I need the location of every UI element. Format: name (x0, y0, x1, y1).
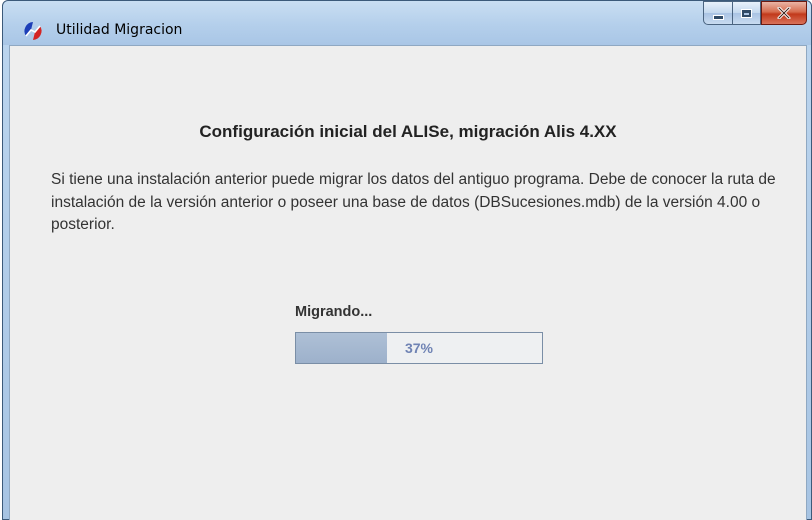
description-text: Si tiene una instalación anterior puede … (51, 171, 776, 233)
progress-percent: 37% (404, 340, 434, 356)
migration-window: Utilidad Migracion Configuración inicial… (2, 0, 812, 520)
progress-label: Migrando... (295, 304, 373, 320)
content-panel: Configuración inicial del ALISe, migraci… (9, 45, 807, 520)
window-title: Utilidad Migracion (56, 22, 183, 38)
page-title: Configuración inicial del ALISe, migraci… (199, 122, 617, 141)
close-button[interactable] (761, 1, 807, 25)
app-logo-icon (23, 21, 43, 41)
maximize-button[interactable] (732, 1, 761, 25)
title-bar[interactable]: Utilidad Migracion (3, 1, 811, 45)
maximize-icon (741, 8, 752, 18)
window-controls (703, 1, 807, 26)
minimize-icon (712, 14, 724, 20)
progress-bar: 37% (295, 332, 543, 364)
minimize-button[interactable] (703, 1, 732, 25)
close-icon (777, 7, 791, 19)
